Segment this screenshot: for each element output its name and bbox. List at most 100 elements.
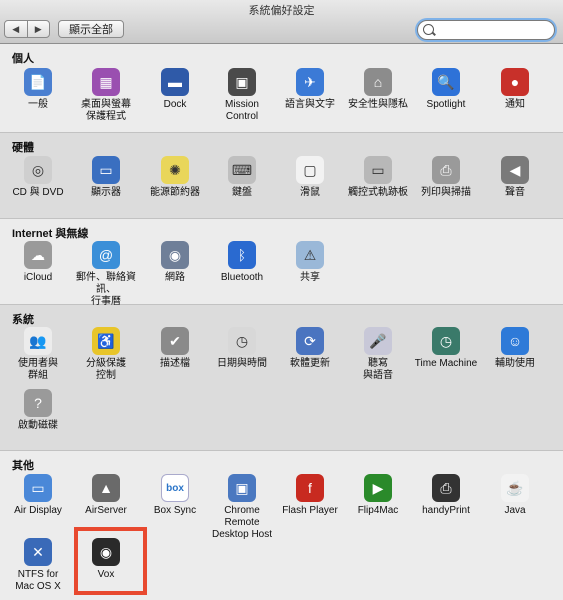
- pref-pane-label: Java: [504, 505, 526, 516]
- keyboard-icon: ⌨: [228, 156, 256, 184]
- chrome-remote-desktop-icon: ▣: [228, 474, 256, 502]
- pref-pane-mail-contacts-calendar[interactable]: @ 郵件、聯絡資訊、 行事曆: [72, 241, 140, 308]
- users-groups-icon: 👥: [24, 327, 52, 355]
- security-privacy-icon: ⌂: [364, 68, 392, 96]
- pref-pane-label: 郵件、聯絡資訊、 行事曆: [76, 272, 136, 307]
- pref-pane-profiles[interactable]: ✔ 描述檔: [141, 327, 209, 370]
- pref-pane-label: 啟動磁碟: [18, 420, 58, 431]
- pref-pane-software-update[interactable]: ⟳ 軟體更新: [276, 327, 344, 370]
- pref-pane-spotlight[interactable]: 🔍 Spotlight: [412, 68, 480, 111]
- pref-pane-print-scan[interactable]: ⎙ 列印與掃描: [412, 156, 480, 199]
- mouse-icon: ▢: [296, 156, 324, 184]
- parental-controls-icon: ♿: [92, 327, 120, 355]
- handyprint-icon: ⎙: [432, 474, 460, 502]
- print-scan-icon: ⎙: [432, 156, 460, 184]
- pref-pane-sound[interactable]: ◀ 聲音: [481, 156, 549, 199]
- pref-pane-label: Chrome Remote Desktop Host: [211, 505, 273, 540]
- pref-pane-java[interactable]: ☕ Java: [481, 474, 549, 517]
- pref-pane-security-privacy[interactable]: ⌂ 安全性與隱私: [344, 68, 412, 111]
- pref-pane-accessibility[interactable]: ☺ 輔助使用: [481, 327, 549, 370]
- pref-pane-box-sync[interactable]: box Box Sync: [141, 474, 209, 517]
- pref-pane-label: 滑鼠: [300, 187, 320, 198]
- pref-pane-time-machine[interactable]: ◷ Time Machine: [412, 327, 480, 370]
- mail-contacts-calendar-icon: @: [92, 241, 120, 269]
- pref-pane-handyprint[interactable]: ⎙ handyPrint: [412, 474, 480, 517]
- pref-pane-keyboard[interactable]: ⌨ 鍵盤: [208, 156, 276, 199]
- pref-pane-chrome-remote-desktop[interactable]: ▣ Chrome Remote Desktop Host: [208, 474, 276, 541]
- pref-pane-energy-saver[interactable]: ✺ 能源節約器: [141, 156, 209, 199]
- java-icon: ☕: [501, 474, 529, 502]
- pref-pane-label: AirServer: [85, 505, 127, 516]
- pref-pane-sharing[interactable]: ⚠ 共享: [276, 241, 344, 284]
- pref-pane-label: 共享: [300, 272, 320, 283]
- forward-button[interactable]: ▶: [26, 21, 50, 37]
- sharing-icon: ⚠: [296, 241, 324, 269]
- pref-pane-ntfs[interactable]: ✕ NTFS for Mac OS X: [4, 538, 72, 593]
- spotlight-icon: 🔍: [432, 68, 460, 96]
- pref-pane-parental-controls[interactable]: ♿ 分級保護 控制: [72, 327, 140, 382]
- pref-pane-date-time[interactable]: ◷ 日期與時間: [208, 327, 276, 370]
- back-button[interactable]: ◀: [5, 21, 27, 37]
- pref-pane-label: 描述檔: [160, 358, 190, 369]
- pref-pane-icloud[interactable]: ☁ iCloud: [4, 241, 72, 284]
- pref-pane-flash-player[interactable]: f Flash Player: [276, 474, 344, 517]
- pref-pane-users-groups[interactable]: 👥 使用者與 群組: [4, 327, 72, 382]
- pref-pane-label: 列印與掃描: [421, 187, 471, 198]
- pref-pane-label: 顯示器: [91, 187, 121, 198]
- pref-pane-mission-control[interactable]: ▣ Mission Control: [208, 68, 276, 123]
- window-title: 系統偏好設定: [248, 5, 315, 17]
- pref-pane-label: handyPrint: [422, 505, 470, 516]
- pref-pane-dock[interactable]: ▬ Dock: [141, 68, 209, 111]
- pref-pane-label: 能源節約器: [150, 187, 200, 198]
- trackpad-icon: ▭: [364, 156, 392, 184]
- energy-saver-icon: ✺: [161, 156, 189, 184]
- language-text-icon: ✈: [296, 68, 324, 96]
- pref-pane-dictation-speech[interactable]: 🎤 聽寫 與語音: [344, 327, 412, 382]
- mission-control-icon: ▣: [228, 68, 256, 96]
- pref-pane-displays[interactable]: ▭ 顯示器: [72, 156, 140, 199]
- section-title: Internet 與無線: [12, 228, 89, 240]
- nav-buttons: ◀ ▶: [4, 20, 50, 38]
- section-title: 其他: [12, 460, 34, 472]
- show-all-button[interactable]: 顯示全部: [58, 20, 124, 38]
- pref-pane-label: 分級保護 控制: [86, 358, 126, 381]
- pref-pane-label: Bluetooth: [220, 272, 264, 283]
- window-titlebar: 系統偏好設定 ◀ ▶ 顯示全部: [0, 0, 563, 44]
- pref-pane-label: 語言與文字: [285, 99, 335, 110]
- desktop-screensaver-icon: ▦: [92, 68, 120, 96]
- search-field[interactable]: [417, 20, 555, 40]
- pref-pane-label: 日期與時間: [217, 358, 267, 369]
- pref-pane-airserver[interactable]: ▲ AirServer: [72, 474, 140, 517]
- notifications-icon: ●: [501, 68, 529, 96]
- pref-pane-flip4mac[interactable]: ▶ Flip4Mac: [344, 474, 412, 517]
- pref-pane-startup-disk[interactable]: ? 啟動磁碟: [4, 389, 72, 432]
- pref-pane-notifications[interactable]: ● 通知: [481, 68, 549, 111]
- time-machine-icon: ◷: [432, 327, 460, 355]
- pref-pane-desktop-screensaver[interactable]: ▦ 桌面與螢幕 保護程式: [72, 68, 140, 123]
- pref-pane-label: 通知: [505, 99, 525, 110]
- dock-icon: ▬: [161, 68, 189, 96]
- pref-pane-label: Flip4Mac: [357, 505, 399, 516]
- startup-disk-icon: ?: [24, 389, 52, 417]
- pref-pane-general[interactable]: 📄 一般: [4, 68, 72, 111]
- bluetooth-icon: ᛒ: [228, 241, 256, 269]
- search-icon: [423, 24, 434, 35]
- pref-pane-label: 桌面與螢幕 保護程式: [81, 99, 131, 122]
- flash-player-icon: f: [296, 474, 324, 502]
- network-icon: ◉: [161, 241, 189, 269]
- ntfs-icon: ✕: [24, 538, 52, 566]
- section-title: 系統: [12, 314, 34, 326]
- search-input[interactable]: [436, 23, 550, 37]
- section-title: 個人: [12, 53, 34, 65]
- pref-pane-air-display[interactable]: ▭ Air Display: [4, 474, 72, 517]
- pref-pane-language-text[interactable]: ✈ 語言與文字: [276, 68, 344, 111]
- profiles-icon: ✔: [161, 327, 189, 355]
- pref-pane-mouse[interactable]: ▢ 滑鼠: [276, 156, 344, 199]
- dictation-speech-icon: 🎤: [364, 327, 392, 355]
- pref-pane-label: Box Sync: [153, 505, 197, 516]
- pref-pane-network[interactable]: ◉ 網路: [141, 241, 209, 284]
- pref-pane-bluetooth[interactable]: ᛒ Bluetooth: [208, 241, 276, 284]
- accessibility-icon: ☺: [501, 327, 529, 355]
- pref-pane-cd-dvd[interactable]: ◎ CD 與 DVD: [4, 156, 72, 199]
- pref-pane-trackpad[interactable]: ▭ 觸控式軌跡板: [344, 156, 412, 199]
